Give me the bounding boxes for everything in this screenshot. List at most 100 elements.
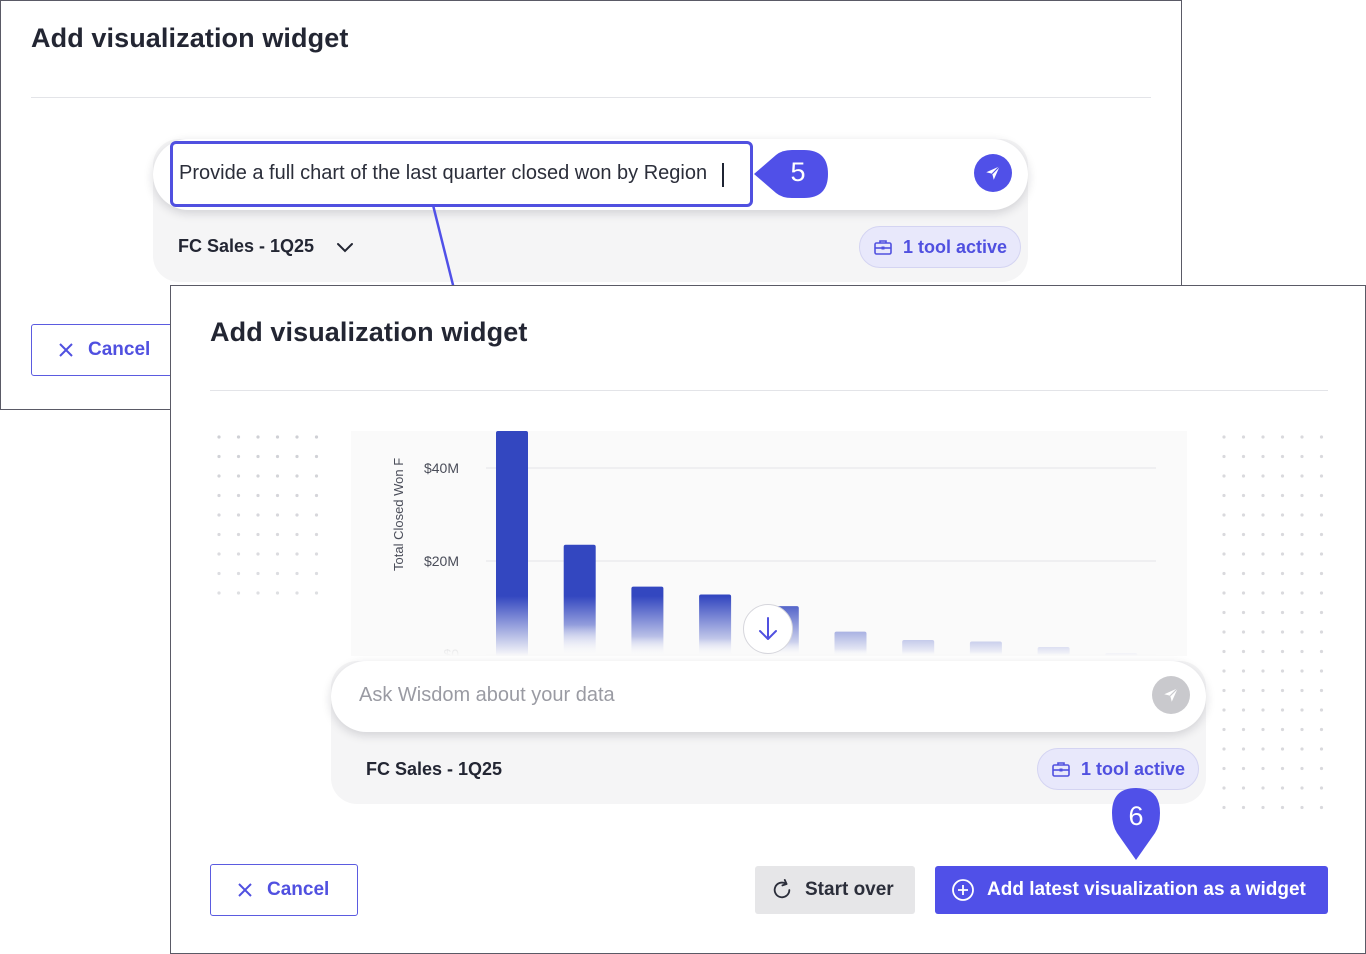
ask-input-bar[interactable]: Ask Wisdom about your data [331, 661, 1206, 732]
decorative-dot [256, 474, 260, 478]
decorative-dot [236, 552, 241, 556]
decorative-dot [217, 552, 221, 556]
start-over-label: Start over [805, 879, 894, 900]
prompt-input-text[interactable]: Provide a full chart of the last quarter… [179, 162, 707, 185]
decorative-dot [1300, 688, 1304, 693]
decorative-dot [1280, 630, 1285, 634]
dialog-title: Add visualization widget [31, 23, 349, 53]
decorative-dot [1280, 688, 1285, 693]
decorative-dot [1222, 708, 1226, 712]
decorative-dot [1319, 805, 1324, 810]
decorative-dot [1222, 610, 1226, 615]
decorative-dot [1300, 649, 1304, 654]
decorative-dot [1241, 688, 1246, 693]
y-axis-label: Total Closed Won F [391, 458, 406, 571]
decorative-dot [1241, 532, 1246, 537]
decorative-dot [1222, 571, 1226, 576]
decorative-dot [256, 493, 260, 498]
decorative-dot [217, 435, 221, 439]
decorative-dot [1241, 571, 1246, 576]
decorative-dot [295, 474, 299, 478]
decorative-dot [236, 454, 241, 459]
decorative-dot [1300, 766, 1304, 771]
cancel-button[interactable]: Cancel [210, 864, 358, 916]
decorative-dot [314, 571, 319, 576]
decorative-dot [1300, 747, 1304, 751]
cancel-button[interactable]: Cancel [31, 324, 191, 376]
refresh-icon [773, 879, 791, 899]
decorative-dot [1300, 474, 1304, 478]
decorative-dot [1261, 708, 1265, 712]
decorative-dot [1300, 727, 1304, 732]
decorative-dot [1280, 552, 1285, 556]
decorative-dot [1241, 630, 1246, 634]
decorative-dot [1222, 532, 1226, 537]
decorative-dot [1241, 513, 1246, 517]
decorative-dot [1241, 649, 1246, 654]
decorative-dot [1300, 454, 1304, 459]
decorative-dot [1280, 591, 1285, 595]
send-button[interactable] [974, 154, 1012, 192]
decorative-dot [1241, 708, 1246, 712]
arrow-down-icon [759, 617, 777, 640]
prompt-highlight[interactable]: Provide a full chart of the last quarter… [170, 141, 753, 207]
decorative-dot [295, 552, 299, 556]
decorative-dot [1300, 630, 1304, 634]
decorative-dot [1300, 571, 1304, 576]
decorative-dot [1319, 630, 1324, 634]
scroll-down-button[interactable] [743, 604, 793, 654]
dialog-title: Add visualization widget [210, 317, 528, 347]
plus-circle-icon [952, 879, 974, 901]
decorative-dot [256, 591, 260, 595]
decorative-dot [217, 454, 221, 459]
decorative-dot [295, 493, 299, 498]
decorative-dot [1222, 591, 1226, 595]
decorative-dot [1280, 474, 1285, 478]
decorative-dot [1222, 552, 1226, 556]
decorative-dot [1222, 727, 1226, 732]
decorative-dot [1261, 591, 1265, 595]
decorative-dot [1222, 766, 1226, 771]
send-button[interactable] [1152, 676, 1190, 714]
decorative-dot [1280, 493, 1285, 498]
decorative-dot [275, 435, 280, 439]
ask-input[interactable]: Ask Wisdom about your data [359, 684, 615, 707]
prompt-card: Provide a full chart of the last quarter… [153, 139, 1028, 282]
prompt-input-bar[interactable]: Provide a full chart of the last quarter… [153, 139, 1028, 210]
decorative-dot [1261, 532, 1265, 537]
decorative-dot [1280, 610, 1285, 615]
decorative-dot [1300, 805, 1304, 810]
decorative-dot [1280, 747, 1285, 751]
decorative-dot [1300, 513, 1304, 517]
decorative-dot [1241, 610, 1246, 615]
decorative-dot [1280, 435, 1285, 439]
add-widget-button[interactable]: Add latest visualization as a widget [935, 866, 1328, 914]
decorative-dot [295, 435, 299, 439]
decorative-dot [236, 474, 241, 478]
send-icon [1164, 687, 1179, 702]
decorative-dot [1241, 669, 1246, 673]
tool-active-pill[interactable]: 1 tool active [859, 226, 1022, 268]
decorative-dot [314, 493, 319, 498]
decorative-dot [1241, 805, 1246, 810]
send-icon [986, 165, 1001, 180]
decorative-dot [295, 591, 299, 595]
decorative-dot [1222, 630, 1226, 634]
decorative-dot [1261, 669, 1265, 673]
decorative-dot [256, 532, 260, 537]
tool-active-pill[interactable]: 1 tool active [1037, 748, 1200, 790]
start-over-button[interactable]: Start over [755, 866, 915, 914]
decorative-dot [1319, 591, 1324, 595]
decorative-dot [1280, 727, 1285, 732]
decorative-dot [1261, 435, 1265, 439]
chevron-down-icon[interactable] [336, 240, 354, 254]
decorative-dot [1261, 493, 1265, 498]
decorative-dot [275, 513, 280, 517]
decorative-dot [314, 454, 319, 459]
text-caret [722, 163, 724, 187]
decorative-dot [1222, 747, 1226, 751]
decorative-dot [1222, 435, 1226, 439]
dataset-selector[interactable]: FC Sales - 1Q25 [178, 236, 314, 257]
decorative-dot [1261, 786, 1265, 790]
cancel-label: Cancel [267, 879, 330, 900]
